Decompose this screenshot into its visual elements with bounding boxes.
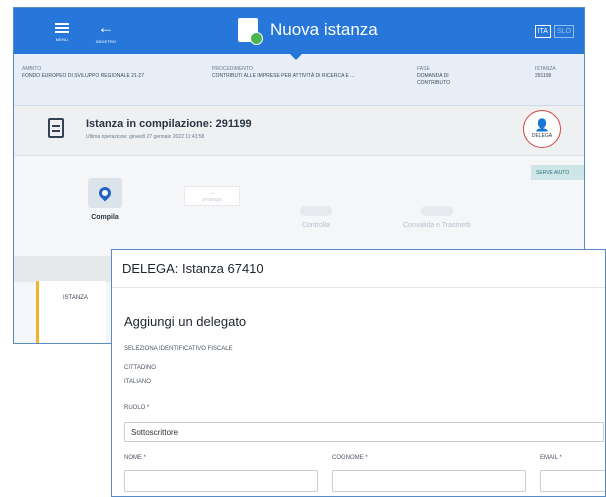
breadcrumb-fase: FASE DOMANDA DI CONTRIBUTO	[417, 66, 450, 86]
istanza-title: Istanza in compilazione: 291199	[86, 118, 252, 130]
breadcrumb-ambito: AMBITO FONDO EUROPEO DI SVILUPPO REGIONA…	[22, 66, 144, 79]
tab-istanza[interactable]: ISTANZA	[36, 281, 106, 343]
role-label: RUOLO *	[124, 405, 150, 411]
prosegui-button[interactable]: → prosegui	[184, 186, 240, 206]
fiscal-option-italiano[interactable]: CITTADINO ITALIANO	[124, 361, 166, 389]
istanza-bar: Istanza in compilazione: 291199 Ultima o…	[14, 106, 584, 156]
location-pin-icon	[96, 184, 114, 202]
menu-label: MENU	[55, 36, 69, 42]
back-button[interactable]: ← INDIETRO	[86, 14, 126, 48]
new-document-icon	[238, 18, 263, 45]
nome-label: NOME *	[124, 455, 147, 461]
tab-istanza-label: ISTANZA	[63, 295, 88, 301]
help-button[interactable]: SERVE AIUTO	[531, 165, 584, 180]
arrow-right-icon: →	[209, 189, 215, 196]
arrow-left-icon: ←	[97, 17, 115, 37]
delega-button[interactable]: 👤 DELEGA	[523, 110, 561, 148]
step-controlla-label: Controlla	[301, 222, 330, 229]
step-convalida-pill	[420, 206, 453, 216]
step-compila-label: Compila	[91, 214, 119, 221]
email-input[interactable]	[540, 470, 605, 492]
breadcrumb-istanza: ISTANZA 291199	[535, 66, 556, 79]
delega-label: DELEGA	[531, 133, 553, 139]
dialog-subtitle: Aggiungi un delegato	[124, 314, 247, 329]
page: MENU ← INDIETRO Nuova istanza ITA SLO AM…	[0, 0, 606, 497]
breadcrumb-pointer	[290, 54, 302, 60]
hamburger-icon	[55, 21, 69, 35]
role-select[interactable]: Sottoscrittore	[124, 422, 604, 442]
back-label: INDIETRO	[95, 38, 117, 44]
step-compila[interactable]: Compila	[88, 178, 122, 221]
language-switcher: ITA SLO	[534, 25, 574, 38]
step-convalida-label: Convalida e Trasmetti	[403, 222, 471, 229]
menu-button[interactable]: MENU	[42, 14, 82, 48]
language-ita[interactable]: ITA	[534, 25, 551, 38]
page-title-group: Nuova istanza	[238, 18, 378, 45]
nome-input[interactable]	[124, 470, 318, 492]
page-title: Nuova istanza	[270, 20, 378, 39]
step-convalida: Convalida e Trasmetti	[403, 206, 471, 229]
language-slo[interactable]: SLO	[553, 25, 574, 38]
prosegui-label: prosegui	[202, 196, 222, 203]
breadcrumb-procedimento: PROCEDIMENTO CONTRIBUTI ALLE IMPRESE PER…	[212, 66, 355, 79]
breadcrumb: AMBITO FONDO EUROPEO DI SVILUPPO REGIONA…	[14, 54, 584, 106]
document-icon	[48, 118, 64, 138]
step-controlla: Controlla	[300, 206, 332, 229]
user-delegate-icon: 👤	[534, 118, 550, 132]
top-bar: MENU ← INDIETRO Nuova istanza ITA SLO	[14, 8, 584, 54]
email-label: EMAIL *	[540, 455, 562, 461]
istanza-last-operation: Ultima operazione: giovedì 27 gennaio 20…	[86, 134, 205, 140]
cognome-label: COGNOME *	[332, 455, 368, 461]
dialog-title: DELEGA: Istanza 67410	[112, 250, 605, 288]
step-controlla-pill	[300, 206, 332, 216]
step-compila-box	[88, 178, 122, 208]
step-prosegui[interactable]: → prosegui	[184, 186, 240, 206]
fiscal-id-label: SELEZIONA IDENTIFICATIVO FISCALE	[124, 346, 233, 352]
cognome-input[interactable]	[332, 470, 526, 492]
delega-dialog: DELEGA: Istanza 67410 Aggiungi un delega…	[111, 249, 606, 497]
